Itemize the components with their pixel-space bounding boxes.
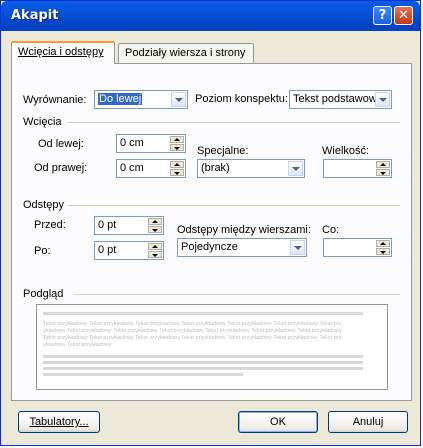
indent-right-label: Od prawej:	[34, 162, 88, 174]
preview-sample-text: Tekst przykładowy Tekst przykładowy Teks…	[43, 321, 342, 348]
line-spacing-dropdown[interactable]: Pojedyncze	[177, 238, 307, 257]
divider	[68, 205, 400, 207]
chevron-down-icon[interactable]	[290, 240, 305, 255]
spin-down-icon[interactable]	[148, 251, 162, 258]
divider	[74, 294, 400, 296]
tab-line-page-breaks[interactable]: Podziały wiersza i strony	[118, 43, 254, 63]
spacing-section-label: Odstępy	[23, 199, 64, 211]
tab-label: Podziały wiersza i strony	[125, 47, 246, 59]
ok-button[interactable]: OK	[238, 411, 318, 433]
spin-down-icon[interactable]	[376, 169, 390, 176]
chevron-down-icon[interactable]	[288, 161, 303, 176]
size-stepper[interactable]	[323, 159, 392, 178]
indent-right-value: 0 cm	[120, 162, 144, 174]
special-dropdown[interactable]: (brak)	[197, 159, 305, 178]
spacing-after-stepper[interactable]: 0 pt	[94, 241, 164, 260]
chevron-down-icon[interactable]	[375, 92, 390, 107]
at-label: Co:	[322, 224, 340, 236]
preview-line	[43, 312, 363, 315]
size-label: Wielkość:	[322, 145, 370, 157]
line-spacing-label: Odstępy między wierszami:	[177, 224, 311, 236]
chevron-down-icon[interactable]	[171, 92, 186, 107]
divider	[68, 122, 400, 124]
spin-down-icon[interactable]	[170, 144, 184, 151]
spin-up-icon[interactable]	[170, 136, 184, 143]
outline-level-dropdown[interactable]: Tekst podstawowy	[289, 90, 392, 109]
tabs-button[interactable]: Tabulatory...	[18, 411, 100, 433]
line-spacing-value: Pojedyncze	[181, 241, 238, 253]
indent-section-label: Wcięcia	[23, 116, 62, 128]
close-button[interactable]: ✕	[394, 6, 413, 25]
spacing-after-value: 0 pt	[98, 244, 117, 256]
tab-indents-spacing[interactable]: Wcięcia i odstępy	[11, 41, 115, 64]
outline-level-label: Poziom konspektu:	[195, 93, 288, 105]
spin-up-icon[interactable]	[148, 243, 162, 250]
spin-down-icon[interactable]	[376, 248, 390, 255]
preview-line	[43, 373, 243, 376]
special-label: Specjalne:	[197, 145, 249, 157]
tab-panel: Wyrównanie: Do lewej Poziom konspektu: T…	[11, 63, 412, 401]
preview-section-label: Podgląd	[23, 288, 64, 300]
spin-down-icon[interactable]	[148, 226, 162, 233]
help-button[interactable]: ?	[373, 6, 392, 25]
alignment-dropdown[interactable]: Do lewej	[94, 90, 188, 109]
spacing-before-value: 0 pt	[98, 219, 117, 231]
preview-line	[43, 367, 363, 370]
preview-line	[43, 355, 363, 358]
spin-down-icon[interactable]	[170, 169, 184, 176]
ok-button-label: OK	[270, 416, 286, 428]
tab-label: Wcięcia i odstępy	[18, 46, 104, 58]
spacing-after-label: Po:	[34, 245, 51, 257]
spacing-before-stepper[interactable]: 0 pt	[94, 216, 164, 235]
indent-right-stepper[interactable]: 0 cm	[116, 159, 186, 178]
spin-up-icon[interactable]	[376, 161, 390, 168]
preview-line	[43, 361, 363, 364]
tabs-button-label: Tabulatory...	[29, 416, 89, 428]
outline-level-value: Tekst podstawowy	[293, 93, 383, 105]
at-stepper[interactable]	[323, 238, 392, 257]
window-title: Akapit	[11, 8, 59, 23]
spin-up-icon[interactable]	[170, 161, 184, 168]
title-bar[interactable]: Akapit ? ✕	[1, 1, 420, 31]
special-value: (brak)	[201, 162, 230, 174]
alignment-label: Wyrównanie:	[23, 94, 87, 106]
cancel-button-label: Anuluj	[352, 416, 384, 428]
indent-left-stepper[interactable]: 0 cm	[116, 134, 186, 153]
preview-box: Tekst przykładowy Tekst przykładowy Teks…	[36, 304, 388, 390]
paragraph-dialog: Akapit ? ✕ Wcięcia i odstępy Podziały wi…	[0, 0, 421, 446]
spin-up-icon[interactable]	[148, 218, 162, 225]
spacing-before-label: Przed:	[34, 219, 66, 231]
indent-left-label: Od lewej:	[38, 138, 84, 150]
indent-left-value: 0 cm	[120, 137, 144, 149]
spin-up-icon[interactable]	[376, 240, 390, 247]
cancel-button[interactable]: Anuluj	[328, 411, 408, 433]
alignment-value: Do lewej	[98, 93, 143, 105]
